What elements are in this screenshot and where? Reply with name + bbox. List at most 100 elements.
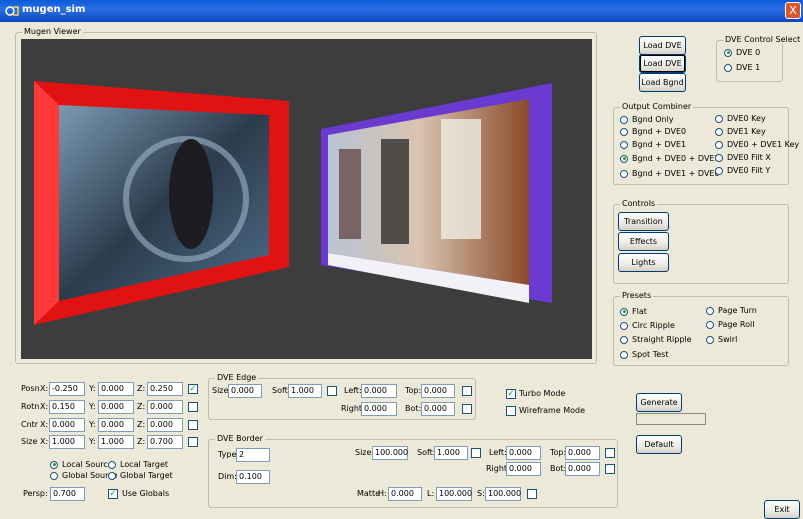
radio-dot-icon: [620, 307, 628, 316]
border-dim-input[interactable]: 0.100: [236, 470, 270, 484]
preset-page-roll[interactable]: Page Roll: [706, 320, 754, 329]
local-source-radio[interactable]: Local Source: [50, 460, 113, 469]
combiner-dve0-key-label: DVE0 Key: [727, 114, 766, 123]
combiner-dve0-dve1-key[interactable]: DVE0 + DVE1 Key: [715, 140, 799, 149]
size-z-input[interactable]: 0.700: [147, 435, 183, 449]
viewer-canvas[interactable]: [21, 39, 592, 359]
preset-flat[interactable]: Flat: [620, 307, 647, 316]
border-left-label: Left:: [489, 448, 507, 457]
dve-select-dve1-label: DVE 1: [736, 63, 761, 72]
preset-spot-test[interactable]: Spot Test: [620, 350, 668, 359]
cntr-z-input[interactable]: 0.000: [147, 418, 183, 432]
edge-soft-input[interactable]: 1.000: [288, 384, 322, 398]
exit-button[interactable]: Exit: [764, 500, 800, 519]
border-size-input[interactable]: 100.000: [372, 446, 408, 460]
cntr-checkbox[interactable]: [188, 420, 198, 430]
load-dve0-button[interactable]: Load DVE 0: [639, 36, 686, 67]
matte-l-input[interactable]: 100.000: [436, 487, 472, 501]
posn-checkbox[interactable]: ✓: [188, 384, 198, 394]
combiner-bgnd-dve0[interactable]: Bgnd + DVE0: [620, 127, 686, 136]
preset-spot-test-label: Spot Test: [632, 350, 669, 359]
combiner-bgnd-dve0-dve1-label: Bgnd + DVE0 + DVE1: [632, 154, 720, 163]
generate-button[interactable]: Generate: [636, 393, 682, 412]
preset-circ-ripple[interactable]: Circ Ripple: [620, 321, 675, 330]
combiner-bgnd-dve1[interactable]: Bgnd + DVE1: [620, 140, 686, 149]
cntr-x-input[interactable]: 0.000: [49, 418, 85, 432]
dve-select-dve0-label: DVE 0: [736, 48, 761, 57]
rotn-y-input[interactable]: 0.000: [98, 400, 134, 414]
combiner-bgnd-only[interactable]: Bgnd Only: [620, 115, 674, 124]
preset-page-turn[interactable]: Page Turn: [706, 306, 757, 315]
border-type-input[interactable]: 2: [236, 448, 270, 462]
dve-select-dve1[interactable]: DVE 1: [724, 63, 760, 72]
wireframe-mode-checkbox[interactable]: [506, 406, 516, 416]
border-soft-label: Soft:: [417, 448, 436, 457]
load-bgnd-button[interactable]: Load Bgnd: [639, 73, 686, 92]
use-globals-checkbox[interactable]: ✓: [108, 489, 118, 499]
matte-s-input[interactable]: 100.000: [485, 487, 521, 501]
border-bot-checkbox[interactable]: [605, 464, 615, 474]
edge-right-input[interactable]: 0.000: [361, 402, 397, 416]
size-x-input[interactable]: 1.000: [49, 435, 85, 449]
border-top-label: Top:: [550, 448, 567, 457]
border-right-input[interactable]: 0.000: [506, 462, 541, 476]
local-target-label: Local Target: [120, 460, 169, 469]
border-bot-label: Bot:: [550, 464, 567, 473]
cntr-y-input[interactable]: 0.000: [98, 418, 134, 432]
border-soft-input[interactable]: 1.000: [434, 446, 468, 460]
size-x-label: X:: [40, 437, 49, 446]
turbo-mode-checkbox[interactable]: ✓: [506, 389, 516, 399]
transition-editor-button[interactable]: Transition Editor: [618, 212, 669, 243]
size-y-input[interactable]: 1.000: [98, 435, 134, 449]
rotn-x-input[interactable]: 0.150: [49, 400, 85, 414]
load-dve1-button[interactable]: Load DVE 1: [639, 54, 686, 85]
border-left-input[interactable]: 0.000: [506, 446, 541, 460]
posn-x-input[interactable]: -0.250: [49, 382, 85, 396]
global-target-radio[interactable]: Global Target: [108, 471, 173, 480]
preset-swirl[interactable]: Swirl: [706, 335, 737, 344]
preset-circ-ripple-label: Circ Ripple: [632, 321, 675, 330]
edge-top-checkbox[interactable]: [462, 386, 472, 396]
posn-y-input[interactable]: 0.000: [98, 382, 134, 396]
edge-top-input[interactable]: 0.000: [421, 384, 455, 398]
combiner-bgnd-dve1-dve0[interactable]: Bgnd + DVE1 + DVE0: [620, 169, 720, 178]
border-bot-input[interactable]: 0.000: [565, 462, 600, 476]
posn-x-label: X:: [40, 384, 49, 393]
cntr-z-label: Z:: [137, 420, 146, 429]
dve-control-select-group: DVE Control Select: [716, 35, 803, 82]
preset-straight-ripple[interactable]: Straight Ripple: [620, 335, 692, 344]
combiner-dve1-key[interactable]: DVE1 Key: [715, 127, 766, 136]
matte-label: Matte: [357, 489, 380, 498]
combiner-bgnd-dve0-dve1[interactable]: Bgnd + DVE0 + DVE1: [620, 154, 720, 163]
combiner-bgnd-only-label: Bgnd Only: [632, 115, 674, 124]
edge-soft-checkbox[interactable]: [327, 386, 337, 396]
posn-y-label: Y:: [89, 384, 96, 393]
dve-select-dve0[interactable]: DVE 0: [724, 48, 760, 57]
combiner-dve0-filt-x[interactable]: DVE0 Filt X: [715, 153, 771, 162]
border-top-input[interactable]: 0.000: [565, 446, 600, 460]
rotn-z-input[interactable]: 0.000: [147, 400, 183, 414]
local-target-radio[interactable]: Local Target: [108, 460, 168, 469]
combiner-dve0-filt-y-label: DVE0 Filt Y: [727, 166, 771, 175]
border-soft-checkbox[interactable]: [471, 448, 481, 458]
matte-h-input[interactable]: 0.000: [388, 487, 422, 501]
effects-button[interactable]: Effects: [618, 232, 669, 251]
posn-z-input[interactable]: 0.250: [147, 382, 183, 396]
rotn-checkbox[interactable]: [188, 402, 198, 412]
edge-size-input[interactable]: 0.000: [228, 384, 262, 398]
rotn-z-label: Z:: [137, 402, 146, 411]
size-checkbox[interactable]: [188, 437, 198, 447]
combiner-dve0-key[interactable]: DVE0 Key: [715, 114, 766, 123]
generate-progress: [636, 413, 706, 425]
edge-bot-checkbox[interactable]: [462, 404, 472, 414]
default-button[interactable]: Default: [636, 435, 682, 454]
persp-input[interactable]: 0.700: [50, 487, 85, 501]
matte-checkbox[interactable]: [527, 489, 537, 499]
combiner-dve0-filt-y[interactable]: DVE0 Filt Y: [715, 166, 770, 175]
matte-s-label: S:: [477, 489, 485, 498]
lights-button[interactable]: Lights: [618, 253, 669, 272]
border-top-checkbox[interactable]: [605, 448, 615, 458]
edge-left-input[interactable]: 0.000: [361, 384, 397, 398]
close-button[interactable]: X: [785, 2, 801, 19]
edge-bot-input[interactable]: 0.000: [421, 402, 455, 416]
